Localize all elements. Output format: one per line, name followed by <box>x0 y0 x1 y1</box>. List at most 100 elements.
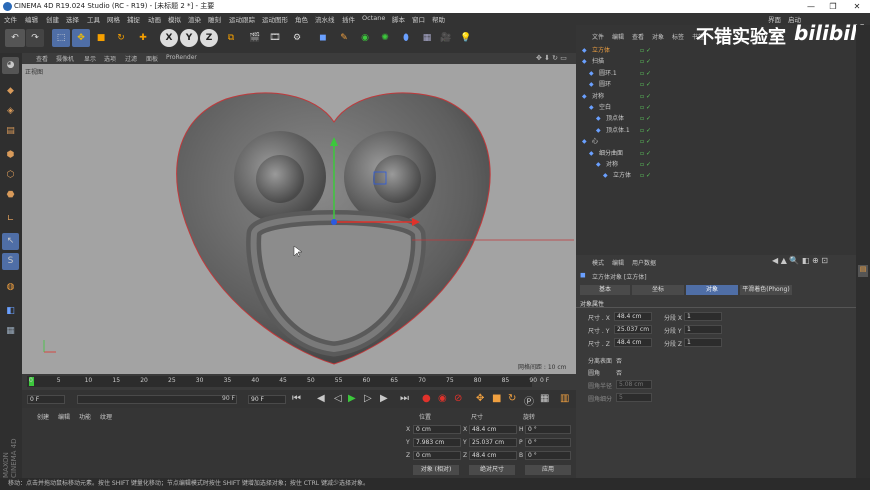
fillet-radius-input[interactable]: 5.08 cm <box>616 380 652 389</box>
redo-icon[interactable]: ↷ <box>26 29 44 47</box>
render-settings-icon[interactable]: ⚙ <box>288 29 306 47</box>
floor-icon[interactable]: ▦ <box>418 29 436 47</box>
y-axis-lock-icon[interactable]: Y <box>180 29 198 47</box>
object-name[interactable]: 对称 <box>592 91 604 102</box>
prev-key-icon[interactable]: ◀ <box>317 393 325 404</box>
seg-z-input[interactable]: 1 <box>684 338 722 347</box>
pos-y-field[interactable]: 7.983 cm <box>413 438 461 447</box>
object-name[interactable]: 细分曲面 <box>599 148 623 159</box>
menu-create[interactable]: 创建 <box>46 14 59 24</box>
object-name[interactable]: 立方体 <box>592 45 610 56</box>
size-mode-select[interactable]: 绝对尺寸 <box>469 465 515 475</box>
mat-menu-texture[interactable]: 纹理 <box>100 412 112 421</box>
vp-menu-prorender[interactable]: ProRender <box>166 54 197 61</box>
frame-range-slider[interactable] <box>77 395 237 404</box>
seg-y-input[interactable]: 1 <box>684 325 722 334</box>
object-name[interactable]: 扫描 <box>592 56 604 67</box>
tab-basic[interactable]: 基本 <box>580 285 630 295</box>
lock-icon[interactable]: ▤ <box>858 265 868 277</box>
render-picture-viewer-icon[interactable]: 🎞 <box>266 29 284 47</box>
rot-p-field[interactable]: 0 ° <box>525 438 571 447</box>
visibility-check-icon[interactable]: ▫ ✓ <box>640 148 651 159</box>
attr-menu-userdata[interactable]: 用户数据 <box>632 258 656 267</box>
key-position-icon[interactable]: ✥ <box>476 393 484 404</box>
coordinate-system-icon[interactable]: ⧉ <box>222 29 240 47</box>
next-key-icon[interactable]: ▶ <box>380 393 388 404</box>
visibility-check-icon[interactable]: ▫ ✓ <box>640 170 651 181</box>
deformer-icon[interactable]: ⬮ <box>397 29 415 47</box>
object-row[interactable]: ◆ 空白 ▫ ✓ <box>576 102 856 113</box>
make-editable-icon[interactable]: ◕ <box>2 57 19 74</box>
points-mode-icon[interactable]: ⬢ <box>2 147 19 164</box>
next-frame-icon[interactable]: ▷ <box>364 393 372 404</box>
object-row[interactable]: ◆ 细分曲面 ▫ ✓ <box>576 148 856 159</box>
pen-spline-icon[interactable]: ✎ <box>335 29 353 47</box>
obj-menu-file[interactable]: 文件 <box>592 32 604 41</box>
subdivision-icon[interactable]: ◉ <box>356 29 374 47</box>
workplane-lock-icon[interactable]: ◧ <box>2 303 19 320</box>
key-rotation-icon[interactable]: ↻ <box>508 393 516 404</box>
object-row[interactable]: ◆ 立方体 ▫ ✓ <box>576 170 856 181</box>
cube-icon[interactable]: ◼ <box>314 29 332 47</box>
mat-menu-edit[interactable]: 编辑 <box>58 412 70 421</box>
tab-phong[interactable]: 平滑着色(Phong) <box>740 285 792 295</box>
object-name[interactable]: 心 <box>592 136 598 147</box>
tab-object[interactable]: 对象 <box>686 285 738 295</box>
attr-nav-icons[interactable]: ◀ ▲ 🔍 ◧ ⊕ ⊡ <box>772 256 828 265</box>
vp-menu-display[interactable]: 显示 <box>84 54 96 63</box>
menu-character[interactable]: 角色 <box>295 14 308 24</box>
object-name[interactable]: 顶点体 <box>606 113 624 124</box>
menu-mograph[interactable]: 运动图形 <box>262 14 288 24</box>
menu-select[interactable]: 选择 <box>66 14 79 24</box>
solo-mode-icon[interactable]: ◍ <box>2 279 19 296</box>
vp-menu-filter[interactable]: 过滤 <box>125 54 137 63</box>
model-mode-icon[interactable]: ◆ <box>2 83 19 100</box>
size-y-field[interactable]: 25.037 cm <box>469 438 517 447</box>
visibility-check-icon[interactable]: ▫ ✓ <box>640 45 651 56</box>
attr-menu-edit[interactable]: 编辑 <box>612 258 624 267</box>
obj-menu-objects[interactable]: 对象 <box>652 32 664 41</box>
snapping-icon[interactable]: S <box>2 253 19 270</box>
menu-motion-tracker[interactable]: 运动跟踪 <box>229 14 255 24</box>
separate-surfaces-value[interactable]: 否 <box>616 356 622 365</box>
object-name[interactable]: 圆环 <box>599 79 611 90</box>
viewport[interactable]: 正视图 网格间距 : 10 cm <box>22 64 576 374</box>
max-frame-field[interactable]: 90 F <box>248 395 286 404</box>
fillet-value[interactable]: 否 <box>616 368 622 377</box>
vp-menu-panel[interactable]: 面板 <box>146 54 158 63</box>
object-name[interactable]: 顶点体.1 <box>606 125 630 136</box>
tab-coord[interactable]: 坐标 <box>632 285 684 295</box>
goto-start-icon[interactable]: ⏮ <box>292 393 301 404</box>
menu-sculpt[interactable]: 雕刻 <box>208 14 221 24</box>
texture-mode-icon[interactable]: ◈ <box>2 103 19 120</box>
visibility-check-icon[interactable]: ▫ ✓ <box>640 56 651 67</box>
menu-help[interactable]: 帮助 <box>432 14 445 24</box>
size-z-input[interactable]: 48.4 cm <box>614 338 652 347</box>
object-row[interactable]: ◆ 心 ▫ ✓ <box>576 136 856 147</box>
object-name[interactable]: 对称 <box>606 159 618 170</box>
visibility-check-icon[interactable]: ▫ ✓ <box>640 79 651 90</box>
select-tool-icon[interactable]: ⬚ <box>52 29 70 47</box>
coord-mode-select[interactable]: 对象 (相对) <box>413 465 459 475</box>
visibility-check-icon[interactable]: ▫ ✓ <box>640 91 651 102</box>
size-x-input[interactable]: 48.4 cm <box>614 312 652 321</box>
vp-menu-options[interactable]: 选项 <box>104 54 116 63</box>
visibility-check-icon[interactable]: ▫ ✓ <box>640 159 651 170</box>
obj-menu-tags[interactable]: 标签 <box>672 32 684 41</box>
keyframe-selection-icon[interactable]: ⊘ <box>454 393 462 404</box>
visibility-check-icon[interactable]: ▫ ✓ <box>640 113 651 124</box>
visibility-check-icon[interactable]: ▫ ✓ <box>640 102 651 113</box>
apply-button[interactable]: 应用 <box>525 465 571 475</box>
polygons-mode-icon[interactable]: ⬣ <box>2 187 19 204</box>
close-button[interactable]: ✕ <box>846 0 868 13</box>
rotate-tool-icon[interactable]: ↻ <box>112 29 130 47</box>
timeline-settings-icon[interactable]: ▥ <box>560 393 569 404</box>
object-row[interactable]: ◆ 顶点体.1 ▫ ✓ <box>576 125 856 136</box>
menu-window[interactable]: 窗口 <box>412 14 425 24</box>
light-icon[interactable]: 💡 <box>457 29 475 47</box>
visibility-check-icon[interactable]: ▫ ✓ <box>640 68 651 79</box>
scale-tool-icon[interactable]: ■ <box>92 29 110 47</box>
edges-mode-icon[interactable]: ⬡ <box>2 167 19 184</box>
object-row[interactable]: ◆ 圆环 ▫ ✓ <box>576 79 856 90</box>
attr-menu-mode[interactable]: 模式 <box>592 258 604 267</box>
